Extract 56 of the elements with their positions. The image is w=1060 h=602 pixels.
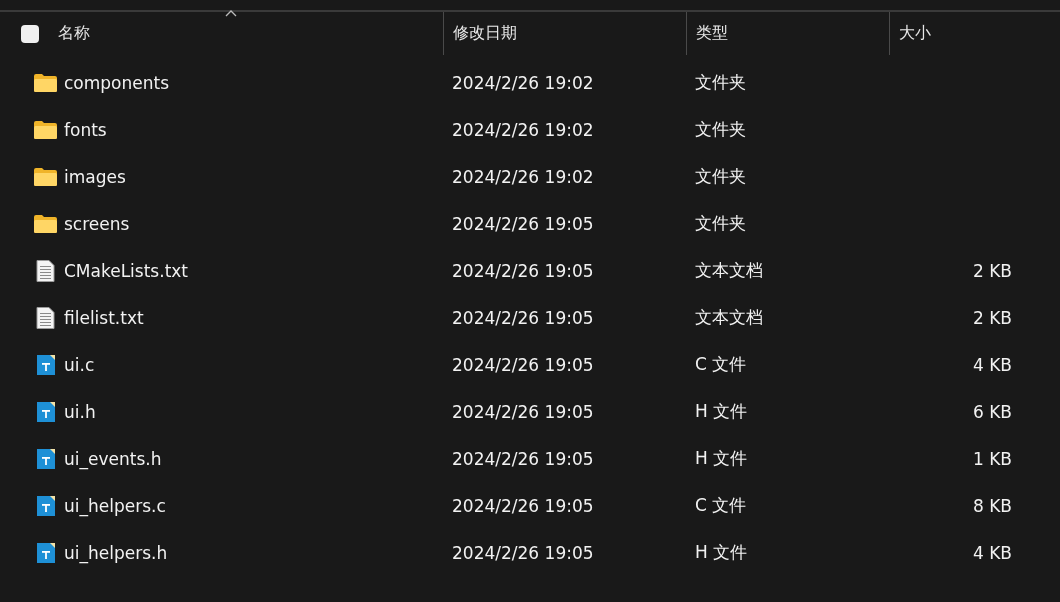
file-type: C 文件 xyxy=(694,494,747,517)
file-type: 文件夹 xyxy=(694,118,746,141)
modified-date: 2024/2/26 19:05 xyxy=(451,354,594,375)
modified-date: 2024/2/26 19:05 xyxy=(451,401,594,422)
modified-date: 2024/2/26 19:05 xyxy=(451,448,594,469)
modified-date: 2024/2/26 19:05 xyxy=(451,260,594,281)
modified-date: 2024/2/26 19:02 xyxy=(451,72,594,93)
file-size: 4 KB xyxy=(972,542,1013,563)
folder-icon xyxy=(34,167,57,186)
file-type: 文件夹 xyxy=(694,165,746,188)
file-type: H 文件 xyxy=(694,447,748,470)
code-file-icon xyxy=(34,353,57,376)
file-type: H 文件 xyxy=(694,541,748,564)
file-type: C 文件 xyxy=(694,353,747,376)
file-size: 2 KB xyxy=(972,307,1013,328)
column-header[interactable]: 大小 xyxy=(899,23,931,44)
modified-date: 2024/2/26 19:05 xyxy=(451,495,594,516)
file-type: 文件夹 xyxy=(694,71,746,94)
file-name[interactable]: filelist.txt xyxy=(64,307,144,328)
file-name[interactable]: CMakeLists.txt xyxy=(64,260,189,281)
file-size: 8 KB xyxy=(972,495,1013,516)
folder-icon xyxy=(34,120,57,139)
file-name[interactable]: components xyxy=(64,72,170,93)
file-size: 1 KB xyxy=(972,448,1013,469)
file-name[interactable]: screens xyxy=(64,213,130,234)
column-header[interactable]: 名称 xyxy=(58,23,90,44)
code-file-icon xyxy=(34,494,57,517)
column-header[interactable]: 修改日期 xyxy=(453,23,517,44)
folder-icon xyxy=(34,73,57,92)
file-size: 2 KB xyxy=(972,260,1013,281)
document-icon xyxy=(34,306,57,329)
file-type: 文本文档 xyxy=(694,259,763,282)
code-file-icon xyxy=(34,447,57,470)
file-type: H 文件 xyxy=(694,400,748,423)
code-file-icon xyxy=(34,400,57,423)
modified-date: 2024/2/26 19:02 xyxy=(451,119,594,140)
file-name[interactable]: images xyxy=(64,166,126,187)
file-name[interactable]: ui_helpers.h xyxy=(64,542,168,563)
file-name[interactable]: ui.c xyxy=(64,354,95,375)
file-size: 6 KB xyxy=(972,401,1013,422)
modified-date: 2024/2/26 19:05 xyxy=(451,213,594,234)
modified-date: 2024/2/26 19:05 xyxy=(451,542,594,563)
modified-date: 2024/2/26 19:05 xyxy=(451,307,594,328)
code-file-icon xyxy=(34,541,57,564)
document-icon xyxy=(34,259,57,282)
file-type: 文本文档 xyxy=(694,306,763,329)
file-name[interactable]: ui.h xyxy=(64,401,96,422)
select-all-checkbox[interactable] xyxy=(21,24,39,43)
file-name[interactable]: ui_events.h xyxy=(64,448,162,469)
modified-date: 2024/2/26 19:02 xyxy=(451,166,594,187)
file-type: 文件夹 xyxy=(694,212,746,235)
column-header[interactable]: 类型 xyxy=(696,23,728,44)
folder-icon xyxy=(34,214,57,233)
file-name[interactable]: ui_helpers.c xyxy=(64,495,166,516)
file-size: 4 KB xyxy=(972,354,1013,375)
file-name[interactable]: fonts xyxy=(64,119,107,140)
